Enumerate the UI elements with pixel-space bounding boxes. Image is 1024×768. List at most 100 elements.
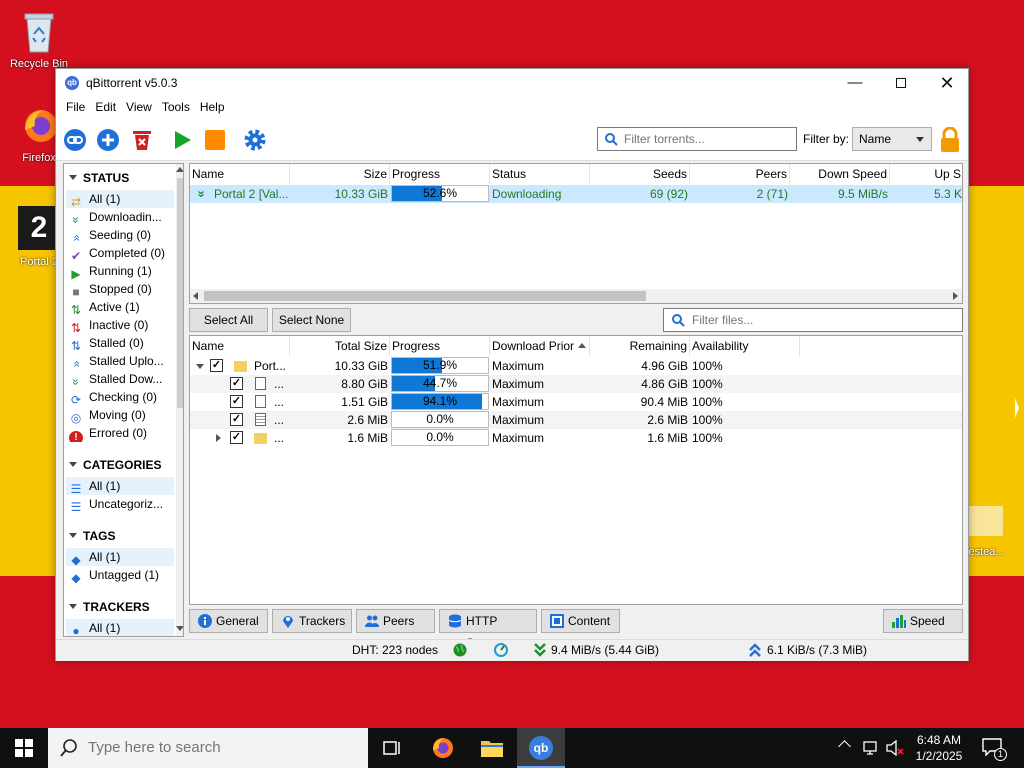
scroll-down-arrow-icon[interactable] bbox=[176, 626, 183, 631]
chevron-up-icon[interactable] bbox=[838, 740, 851, 753]
column-header[interactable]: Peers bbox=[690, 164, 790, 184]
column-header[interactable]: Progress bbox=[390, 336, 490, 356]
scroll-up-arrow-icon[interactable] bbox=[176, 167, 183, 172]
file-explorer-icon[interactable] bbox=[480, 738, 504, 758]
scroll-left-arrow-icon[interactable] bbox=[193, 292, 198, 300]
menu-view[interactable]: View bbox=[121, 97, 157, 114]
minimize-button[interactable]: — bbox=[832, 69, 878, 97]
column-header[interactable]: Total Size bbox=[290, 336, 390, 356]
qbittorrent-taskbar-button[interactable]: qb bbox=[517, 728, 565, 768]
scroll-thumb[interactable] bbox=[204, 291, 646, 301]
firefox-taskbar-icon[interactable] bbox=[430, 736, 454, 760]
add-torrent-link-icon[interactable] bbox=[63, 128, 87, 152]
tab-general[interactable]: General bbox=[189, 609, 268, 633]
file-row[interactable]: ✓... 1.51 GiB 94.1% Maximum 90.4 MiB 100% bbox=[190, 393, 962, 411]
menu-file[interactable]: File bbox=[61, 97, 90, 114]
column-header[interactable]: Download Prior bbox=[490, 336, 590, 356]
scroll-thumb[interactable] bbox=[177, 178, 183, 408]
categories-section-header[interactable]: CATEGORIES bbox=[69, 458, 161, 472]
trackers-section-header[interactable]: TRACKERS bbox=[69, 600, 150, 614]
torrent-list-hscrollbar[interactable] bbox=[190, 289, 962, 303]
sidebar-scrollbar[interactable] bbox=[176, 164, 183, 636]
file-checkbox[interactable]: ✓ bbox=[230, 377, 243, 390]
file-checkbox[interactable]: ✓ bbox=[230, 413, 243, 426]
sidebar-item[interactable]: ◆ All (1) bbox=[66, 548, 174, 566]
menu-help[interactable]: Help bbox=[195, 97, 230, 114]
pause-stop-icon[interactable] bbox=[203, 128, 227, 152]
desktop-icon-recycle-bin[interactable]: Recycle Bin bbox=[4, 8, 74, 70]
file-priority-cell[interactable]: Maximum bbox=[490, 375, 590, 393]
close-button[interactable]: ✕ bbox=[924, 69, 970, 97]
file-priority-cell[interactable]: Maximum bbox=[490, 429, 590, 447]
taskbar-search-input[interactable] bbox=[88, 739, 358, 756]
scroll-right-arrow-icon[interactable] bbox=[953, 292, 958, 300]
column-header[interactable]: Status bbox=[490, 164, 590, 184]
sidebar-item[interactable]: ◆ Untagged (1) bbox=[66, 566, 174, 584]
column-header[interactable]: Remaining bbox=[590, 336, 690, 356]
file-priority-cell[interactable]: Maximum bbox=[490, 393, 590, 411]
sidebar-item[interactable]: ■ Stopped (0) bbox=[66, 280, 174, 298]
lock-icon[interactable] bbox=[938, 127, 962, 153]
filter-files-input-box[interactable] bbox=[663, 308, 963, 332]
notification-center-button[interactable]: 1 bbox=[980, 736, 1007, 762]
file-checkbox[interactable]: ✓ bbox=[230, 431, 243, 444]
sidebar-item[interactable]: ◎ Moving (0) bbox=[66, 406, 174, 424]
connection-status-globe-icon[interactable] bbox=[453, 643, 467, 657]
file-checkbox[interactable]: ✓ bbox=[210, 359, 223, 372]
sidebar-item[interactable]: ⟳ Checking (0) bbox=[66, 388, 174, 406]
file-row[interactable]: ✓ Port... 10.33 GiB 51.9% Maximum 4.96 GiB 100… bbox=[190, 357, 962, 375]
expand-closed-icon[interactable] bbox=[216, 434, 221, 442]
sidebar-item[interactable]: » Seeding (0) bbox=[66, 226, 174, 244]
menu-edit[interactable]: Edit bbox=[90, 97, 121, 114]
column-header[interactable]: Name bbox=[190, 336, 290, 356]
sidebar-item[interactable]: » Stalled Uplo... bbox=[66, 352, 174, 370]
menu-tools[interactable]: Tools bbox=[157, 97, 195, 114]
sidebar-item[interactable]: ☰ Uncategoriz... bbox=[66, 495, 174, 513]
filter-by-select[interactable]: Name bbox=[852, 127, 932, 151]
alt-speed-gauge-icon[interactable] bbox=[494, 643, 508, 657]
taskbar-clock[interactable]: 6:48 AM 1/2/2025 bbox=[912, 732, 966, 764]
maximize-button[interactable] bbox=[878, 69, 924, 97]
select-all-button[interactable]: Select All bbox=[189, 308, 268, 332]
sidebar-item[interactable]: ✔ Completed (0) bbox=[66, 244, 174, 262]
tab-content[interactable]: Content bbox=[541, 609, 620, 633]
column-header[interactable]: Progress bbox=[390, 164, 490, 184]
torrent-row[interactable]: » Portal 2 [Val... 10.33 GiB 52.6% Downloadi… bbox=[190, 185, 962, 203]
filter-files-input[interactable] bbox=[692, 313, 952, 327]
windows-start-icon[interactable] bbox=[15, 739, 33, 757]
network-icon[interactable] bbox=[862, 740, 880, 756]
sidebar-item[interactable]: ⇅ Inactive (0) bbox=[66, 316, 174, 334]
sidebar-item[interactable]: ☰ All (1) bbox=[66, 477, 174, 495]
column-header[interactable]: Size bbox=[290, 164, 390, 184]
tab-trackers[interactable]: Trackers bbox=[272, 609, 352, 633]
file-row[interactable]: ✓... 8.80 GiB 44.7% Maximum 4.86 GiB 100% bbox=[190, 375, 962, 393]
file-checkbox[interactable]: ✓ bbox=[230, 395, 243, 408]
resume-play-icon[interactable] bbox=[170, 128, 194, 152]
filter-torrents-input-box[interactable] bbox=[597, 127, 797, 151]
sidebar-item[interactable]: ! Errored (0) bbox=[66, 424, 174, 442]
sidebar-item[interactable]: » Stalled Dow... bbox=[66, 370, 174, 388]
column-header[interactable]: Seeds bbox=[590, 164, 690, 184]
file-row[interactable]: ✓... 2.6 MiB 0.0% Maximum 2.6 MiB 100% bbox=[190, 411, 962, 429]
column-header[interactable]: Name bbox=[190, 164, 290, 184]
file-priority-cell[interactable]: Maximum bbox=[490, 357, 590, 375]
volume-muted-icon[interactable] bbox=[886, 740, 904, 756]
file-row[interactable]: ✓... 1.6 MiB 0.0% Maximum 1.6 MiB 100% bbox=[190, 429, 962, 447]
task-view-icon[interactable] bbox=[382, 739, 402, 757]
speed-button[interactable]: Speed bbox=[883, 609, 963, 633]
status-section-header[interactable]: STATUS bbox=[69, 171, 129, 185]
file-priority-cell[interactable]: Maximum bbox=[490, 411, 590, 429]
tab-http-sources[interactable]: HTTP Sources bbox=[439, 609, 537, 650]
sidebar-item[interactable]: ⇄ All (1) bbox=[66, 190, 174, 208]
tab-peers[interactable]: Peers bbox=[356, 609, 435, 633]
sidebar-item[interactable]: ⇅ Active (1) bbox=[66, 298, 174, 316]
add-torrent-file-icon[interactable] bbox=[96, 128, 120, 152]
column-header[interactable]: Availability bbox=[690, 336, 800, 356]
filter-torrents-input[interactable] bbox=[624, 132, 792, 146]
delete-torrent-icon[interactable] bbox=[130, 128, 154, 152]
sidebar-item[interactable]: ● All (1) bbox=[66, 619, 174, 636]
tags-section-header[interactable]: TAGS bbox=[69, 529, 115, 543]
title-bar[interactable]: qb qBittorrent v5.0.3 — ✕ bbox=[56, 69, 968, 97]
sidebar-item[interactable]: » Downloadin... bbox=[66, 208, 174, 226]
column-header[interactable]: Down Speed bbox=[790, 164, 890, 184]
